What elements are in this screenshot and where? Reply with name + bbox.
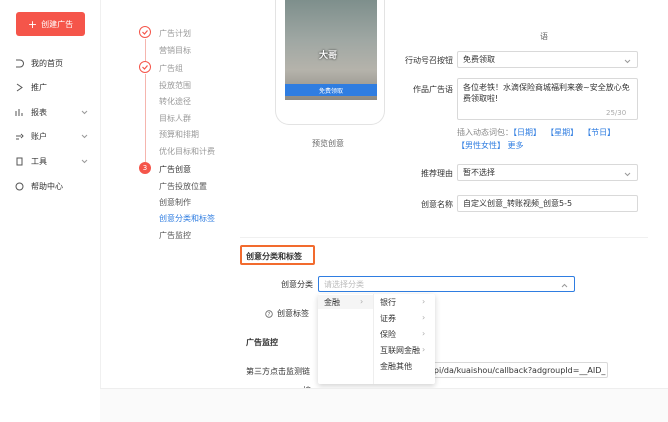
cta-select-value: 免费领取 [463,55,495,64]
creative-name-label: 创意名称 [421,200,453,209]
chevron-down-icon [624,170,631,179]
step-sub-item[interactable]: 广告投放位置 [159,181,207,192]
cascader-option-insurance[interactable]: 保险 [380,329,396,340]
step-sub-item[interactable]: 优化目标和计费 [159,146,215,157]
promo-icon [14,82,24,92]
sidebar-item-promo[interactable]: 推广 [14,80,90,94]
cascader-option-bank[interactable]: 银行 [380,297,396,308]
monitor-section-title: 广告监控 [246,338,278,347]
third-party-url-value: api/da/kuaishou/callback?adgroupId=__AID… [429,365,606,375]
bottom-bar [100,388,668,422]
chevron-down-icon [624,57,631,66]
classify-section-title: 创意分类和标签 [246,252,302,261]
step-sub-item[interactable]: 创意制作 [159,197,191,208]
step-sub-item[interactable]: 广告监控 [159,230,191,241]
sidebar-item-label: 报表 [31,107,47,117]
word-week-link[interactable]: 【星期】 [546,128,578,137]
sidebar-item-label: 推广 [31,82,47,92]
chevron-down-icon [81,108,88,117]
chevron-down-icon [81,157,88,166]
sidebar-item-report[interactable]: 报表 [14,105,90,119]
ad-copy-counter: 25/30 [606,109,627,117]
chevron-right-icon: › [422,297,426,306]
sidebar-item-label: 账户 [31,131,47,141]
chevron-right-icon: › [422,313,426,322]
step-sub-item[interactable]: 目标人群 [159,113,191,124]
chevron-right-icon: › [422,345,426,354]
svg-text:?: ? [268,312,271,318]
step-creative-title[interactable]: 广告创意 [159,164,191,175]
cta-label: 行动号召按钮 [405,56,453,65]
sidebar-item-label: 帮助中心 [31,181,63,191]
plus-icon: + [27,17,38,31]
top-note-text: 语 [540,32,548,41]
word-gender-link[interactable]: 【男性女性】 [457,141,505,150]
question-circle-icon[interactable]: ? [265,309,273,318]
more-words-link[interactable]: 更多 [508,141,524,150]
tools-icon [14,156,24,166]
sidebar-item-help[interactable]: 帮助中心 [14,179,90,193]
category-placeholder: 请选择分类 [324,279,364,289]
reason-select-value: 暂不选择 [463,168,495,177]
step-connector [144,39,146,61]
reason-select[interactable]: 暂不选择 [457,164,638,181]
step-group-title[interactable]: 广告组 [159,63,183,74]
account-icon [14,131,24,141]
preview-cta-button: 免费领取 [285,84,377,96]
step-sub-item[interactable]: 投放范围 [159,80,191,91]
cascader-option-finance[interactable]: 金融 [324,297,340,308]
third-party-label: 第三方点击监测链 [246,367,310,376]
step-plan-check-icon [139,26,151,38]
step-sub-item[interactable]: 预算和排期 [159,129,199,140]
chevron-right-icon: › [422,329,426,338]
create-ad-button[interactable]: + 创建广告 [16,12,85,36]
step-sub-item[interactable]: 营销目标 [159,45,191,56]
category-label: 创意分类 [281,280,313,289]
ad-copy-label: 作品广告语 [413,85,453,94]
preview-creative-label: 预览创意 [312,139,344,148]
step-plan-title[interactable]: 广告计划 [159,28,191,39]
create-ad-label: 创建广告 [41,19,74,29]
left-sidebar: + 创建广告 我的首页 推广 报表 账户 工具 帮助中心 [0,0,101,421]
insert-words-label: 插入动态词包： [457,128,513,137]
dynamic-words-row-2: 【男性女性】 更多 [457,140,524,151]
word-holiday-link[interactable]: 【节日】 [583,128,615,137]
dynamic-words-row: 插入动态词包：【日期】 【星期】 【节日】 [457,127,615,138]
sidebar-item-label: 工具 [31,156,47,166]
home-icon [14,58,24,68]
step-sub-item-active[interactable]: 创意分类和标签 [159,213,215,224]
cascader-option-internet-finance[interactable]: 互联网金融 [380,345,420,356]
sidebar-item-tools[interactable]: 工具 [14,154,90,168]
sidebar-item-account[interactable]: 账户 [14,129,90,143]
chevron-up-icon [561,281,568,290]
report-icon [14,107,24,117]
creative-name-input[interactable]: 自定义创意_转账视频_创意5-5 [457,195,638,212]
category-select[interactable]: 请选择分类 [318,276,575,292]
sidebar-item-home[interactable]: 我的首页 [14,56,90,70]
step-creative-number: 3 [139,162,151,174]
step-sub-item[interactable]: 转化途径 [159,96,191,107]
preview-overlay-text: 大哥 [319,51,338,61]
chevron-right-icon: › [360,297,364,306]
cta-select[interactable]: 免费领取 [457,51,638,68]
chevron-down-icon [81,132,88,141]
reason-label: 推荐理由 [421,169,453,178]
step-group-check-icon [139,61,151,73]
cascader-option-other-finance[interactable]: 金融其他 [380,361,412,372]
word-date-link[interactable]: 【日期】 [513,128,541,137]
divider [240,237,648,238]
cascader-option-securities[interactable]: 证券 [380,313,396,324]
creative-name-value: 自定义创意_转账视频_创意5-5 [463,199,573,208]
sidebar-item-label: 我的首页 [31,58,63,68]
help-icon [14,181,24,191]
step-connector [144,74,146,162]
tag-label: 创意标签 [277,309,309,318]
tag-label-row: ? 创意标签 [265,308,309,319]
